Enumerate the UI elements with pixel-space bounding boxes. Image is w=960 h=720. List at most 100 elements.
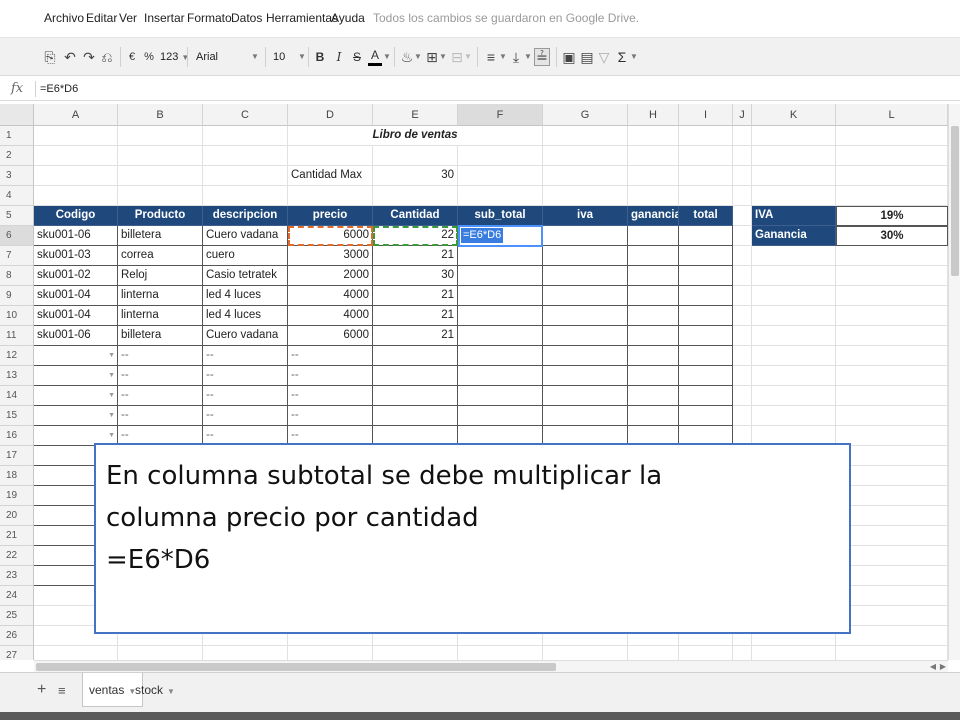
data-cell[interactable] <box>679 246 733 266</box>
filter-icon[interactable]: ▽ <box>597 48 611 66</box>
cell[interactable] <box>118 186 203 206</box>
column-header[interactable]: E <box>373 104 458 126</box>
data-cell[interactable] <box>679 366 733 386</box>
data-cell[interactable]: 30 <box>373 266 458 286</box>
fill-color-icon[interactable]: ♨ <box>399 48 415 66</box>
cell[interactable] <box>733 366 752 386</box>
cell[interactable] <box>836 546 948 566</box>
data-cell[interactable] <box>543 266 628 286</box>
data-cell[interactable] <box>628 286 679 306</box>
data-cell[interactable] <box>543 366 628 386</box>
cell[interactable] <box>203 166 288 186</box>
data-cell[interactable] <box>628 406 679 426</box>
data-cell[interactable] <box>679 406 733 426</box>
cell[interactable] <box>679 186 733 206</box>
cell[interactable] <box>34 166 118 186</box>
cell[interactable] <box>733 126 752 146</box>
menu-datos[interactable]: Datos <box>231 11 262 25</box>
column-title-1[interactable]: Producto <box>118 206 203 226</box>
data-cell[interactable]: -- <box>118 386 203 406</box>
data-cell[interactable]: sku001-03 <box>34 246 118 266</box>
data-cell[interactable] <box>679 266 733 286</box>
data-cell[interactable] <box>458 326 543 346</box>
column-header[interactable]: A <box>34 104 118 126</box>
cell[interactable] <box>628 646 679 660</box>
cell[interactable] <box>628 126 679 146</box>
currency-format-button[interactable]: € <box>125 48 139 66</box>
cell[interactable] <box>118 166 203 186</box>
data-cell[interactable] <box>543 386 628 406</box>
row-header[interactable]: 24 <box>0 586 34 606</box>
cell[interactable] <box>679 126 733 146</box>
print-icon[interactable]: ⎘ <box>42 48 58 66</box>
italic-button[interactable]: I <box>333 48 345 66</box>
cell[interactable] <box>203 126 288 146</box>
cell[interactable] <box>543 146 628 166</box>
paint-format-icon[interactable]: ⎌ <box>100 48 114 66</box>
dropdown-arrow-icon[interactable]: ▼ <box>108 406 115 425</box>
data-cell[interactable] <box>679 286 733 306</box>
data-cell[interactable]: sku001-02 <box>34 266 118 286</box>
column-title-0[interactable]: Codigo <box>34 206 118 226</box>
formula-input[interactable]: =E6*D6 <box>40 79 940 99</box>
cell[interactable] <box>34 646 118 660</box>
column-title-5[interactable]: sub_total <box>458 206 543 226</box>
cell[interactable] <box>836 446 948 466</box>
cell[interactable] <box>733 246 752 266</box>
horizontal-scrollbar-thumb[interactable] <box>36 663 556 671</box>
row-header[interactable]: 19 <box>0 486 34 506</box>
cell[interactable] <box>836 246 948 266</box>
cell[interactable] <box>836 606 948 626</box>
data-cell[interactable] <box>543 346 628 366</box>
data-cell[interactable]: -- <box>203 406 288 426</box>
data-cell[interactable] <box>628 226 679 246</box>
data-cell[interactable]: 21 <box>373 306 458 326</box>
data-cell[interactable]: -- <box>288 366 373 386</box>
side-table-value[interactable]: 30% <box>836 226 948 246</box>
cell[interactable] <box>733 386 752 406</box>
cell[interactable] <box>203 186 288 206</box>
row-header[interactable]: 13 <box>0 366 34 386</box>
redo-icon[interactable]: ↷ <box>81 48 97 66</box>
data-cell[interactable]: 22 <box>373 226 458 246</box>
add-sheet-icon[interactable]: + <box>37 681 46 699</box>
menu-editar[interactable]: Editar <box>86 11 117 25</box>
data-cell[interactable] <box>458 406 543 426</box>
cell[interactable] <box>836 366 948 386</box>
data-cell[interactable]: ▼ <box>34 386 118 406</box>
data-cell[interactable]: Reloj <box>118 266 203 286</box>
data-cell[interactable] <box>543 246 628 266</box>
row-header[interactable]: 22 <box>0 546 34 566</box>
chevron-down-icon[interactable]: ▼ <box>414 48 422 66</box>
data-cell[interactable]: linterna <box>118 306 203 326</box>
cell[interactable] <box>203 146 288 166</box>
data-cell[interactable] <box>628 346 679 366</box>
data-cell[interactable] <box>373 366 458 386</box>
data-cell[interactable]: 6000 <box>288 326 373 346</box>
cell[interactable] <box>836 466 948 486</box>
cell[interactable] <box>836 506 948 526</box>
column-title-3[interactable]: precio <box>288 206 373 226</box>
row-header[interactable]: 12 <box>0 346 34 366</box>
cell[interactable] <box>752 166 836 186</box>
dropdown-arrow-icon[interactable]: ▼ <box>108 386 115 405</box>
cell[interactable] <box>752 146 836 166</box>
menu-ver[interactable]: Ver <box>119 11 137 25</box>
data-cell[interactable] <box>543 286 628 306</box>
cell[interactable] <box>836 566 948 586</box>
cell[interactable] <box>836 346 948 366</box>
row-header[interactable]: 10 <box>0 306 34 326</box>
strikethrough-button[interactable]: S <box>351 48 363 66</box>
cell[interactable] <box>203 646 288 660</box>
undo-icon[interactable]: ↶ <box>62 48 78 66</box>
data-cell[interactable]: 21 <box>373 286 458 306</box>
cell[interactable] <box>752 246 836 266</box>
column-header[interactable]: K <box>752 104 836 126</box>
data-cell[interactable]: -- <box>118 366 203 386</box>
data-cell[interactable] <box>628 266 679 286</box>
cell[interactable] <box>733 406 752 426</box>
cell[interactable] <box>34 126 118 146</box>
menu-insertar[interactable]: Insertar <box>144 11 185 25</box>
cell[interactable] <box>118 146 203 166</box>
row-header[interactable]: 4 <box>0 186 34 206</box>
